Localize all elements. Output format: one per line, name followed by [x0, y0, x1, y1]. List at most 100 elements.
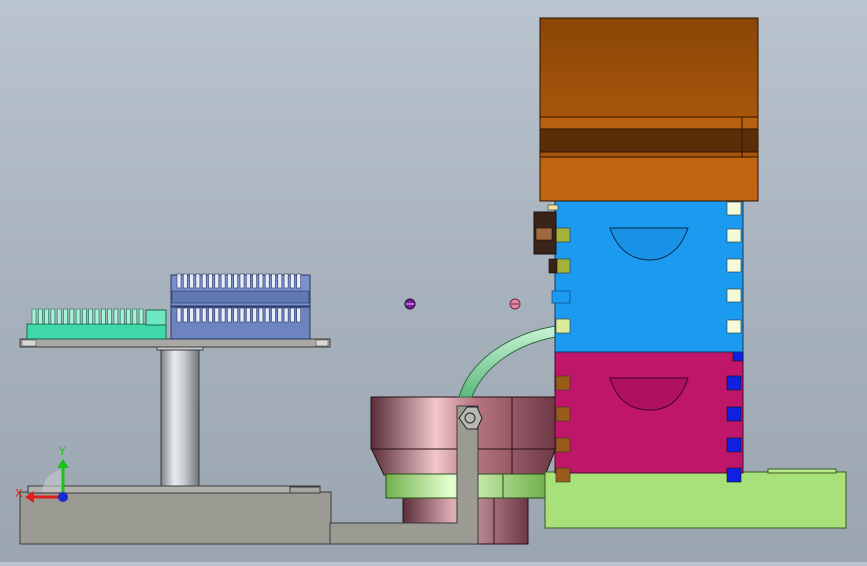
blue-pin-top [176, 273, 182, 289]
magenta-right-slot [726, 467, 742, 483]
blue-right-slot [726, 258, 742, 273]
blue-pin-bottom [264, 307, 270, 323]
blue-pin-bottom [189, 307, 194, 323]
triad-shadow [42, 470, 64, 492]
blue-pin-bottom [290, 307, 295, 323]
mint-pin-row [31, 308, 144, 325]
blue-pin-top [208, 273, 213, 289]
support-shaft[interactable] [156, 344, 204, 487]
magenta-body [554, 351, 744, 474]
blue-pin-bottom [208, 307, 213, 323]
blue-pin-bottom [233, 307, 238, 323]
blue-upper-band [171, 290, 310, 304]
mint-pin [50, 308, 56, 325]
base-plate-top [27, 485, 321, 494]
magenta-left-slot [555, 406, 571, 422]
clamp-lower-tab [548, 258, 558, 274]
lime-base-plate[interactable] [544, 468, 847, 529]
copper-band-upper [539, 116, 759, 130]
mint-pin [75, 308, 81, 325]
blue-pin-bottom [296, 307, 302, 323]
blue-pin-bottom [252, 307, 257, 323]
x-axis-label: X [15, 487, 23, 500]
blue-pin-bottom [214, 307, 220, 323]
mint-pin [37, 308, 43, 325]
mint-pin [56, 308, 62, 325]
blue-pin-top [189, 273, 194, 289]
blue-pin-bottom [227, 307, 232, 323]
blue-pin-bottom [176, 307, 182, 323]
blue-pin-bottom [283, 307, 289, 323]
blue-pin-top [258, 273, 264, 289]
blue-pin-top [283, 273, 289, 289]
blue-pin-top [296, 273, 302, 289]
mint-pin [94, 308, 100, 325]
clamp-pad [535, 227, 553, 241]
blue-pin-bottom [195, 307, 201, 323]
mint-pin [126, 308, 131, 325]
mint-pin [107, 308, 112, 325]
blue-notch [551, 290, 571, 304]
blue-pin-top [233, 273, 238, 289]
blue-module[interactable] [551, 199, 744, 353]
blue-pin-top [195, 273, 201, 289]
mint-pin [119, 308, 125, 325]
blue-pin-bottom [246, 307, 251, 323]
magenta-module[interactable] [554, 351, 744, 483]
blue-stacked-connector[interactable] [170, 273, 311, 340]
blue-pin-top [246, 273, 251, 289]
mint-pin [69, 308, 75, 325]
blue-right-slot [726, 201, 742, 216]
magenta-right-slot [732, 351, 744, 362]
mint-pin [132, 308, 138, 325]
blue-right-slot [726, 228, 742, 243]
platform[interactable] [19, 338, 331, 348]
blue-pin-bottom [220, 307, 226, 323]
magenta-right-slot [726, 406, 742, 422]
mint-pin [44, 308, 49, 325]
magenta-right-slot [726, 375, 742, 391]
mint-base [26, 323, 167, 340]
side-clamp[interactable] [533, 204, 559, 274]
clamp-tab [547, 204, 559, 211]
bowl-feeder[interactable] [329, 396, 557, 545]
blue-pin-top [264, 273, 270, 289]
copper-bottom-block [539, 156, 759, 202]
z-axis-dot [58, 492, 68, 502]
y-axis-arrow [57, 459, 69, 468]
mint-pin [82, 308, 87, 325]
blue-pin-top [252, 273, 257, 289]
blue-pin-top [201, 273, 207, 289]
mint-pin [113, 308, 119, 325]
mint-pin [63, 308, 68, 325]
blue-pin-top [277, 273, 283, 289]
blue-pin-top [271, 273, 276, 289]
feed-tube[interactable] [458, 324, 563, 398]
lime-plate [544, 471, 847, 529]
cad-viewport[interactable]: Y X [0, 0, 867, 562]
blue-pin-top [220, 273, 226, 289]
copper-head[interactable] [539, 17, 759, 202]
blue-left-slot [555, 227, 571, 243]
blue-right-slot [726, 319, 742, 334]
blue-pin-bottom [271, 307, 276, 323]
blue-pin-bottom [258, 307, 264, 323]
magenta-left-slot [555, 467, 571, 483]
mint-pin [88, 308, 93, 325]
platform-plate [19, 338, 331, 348]
magenta-left-slot [555, 375, 571, 391]
blue-left-slot [555, 318, 571, 334]
blue-pin-top [183, 273, 188, 289]
platform-foot-left [21, 339, 37, 347]
blue-pin-bottom [201, 307, 207, 323]
blue-pin-top [214, 273, 220, 289]
cad-model-view[interactable]: Y X [0, 0, 867, 562]
mint-pin [101, 308, 106, 325]
blue-body [554, 199, 744, 353]
copper-top-block [539, 17, 759, 119]
blue-pin-top [239, 273, 245, 289]
blue-pin-bottom [239, 307, 245, 323]
mint-connector-block[interactable] [26, 308, 167, 340]
blue-right-slot [726, 288, 742, 303]
mint-pin [138, 308, 144, 325]
